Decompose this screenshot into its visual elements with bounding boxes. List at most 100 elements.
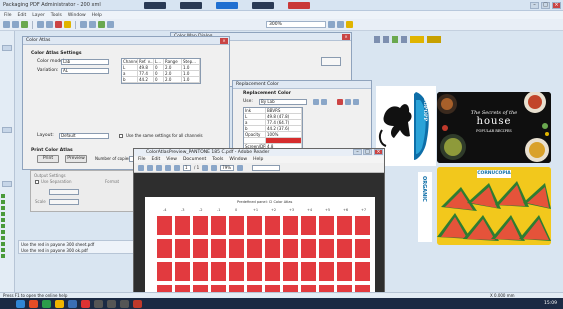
pdf-icon[interactable]: [81, 299, 90, 308]
grid-icon[interactable]: [337, 21, 344, 28]
ruler-icon[interactable]: [346, 21, 353, 28]
output-field-2[interactable]: [49, 199, 79, 205]
window-tab-1[interactable]: [143, 1, 166, 9]
print-button[interactable]: Print: [37, 155, 59, 163]
menu-item[interactable]: File: [4, 13, 12, 18]
tree-node-icon[interactable]: [1, 254, 5, 258]
view-icon[interactable]: [410, 35, 424, 43]
pdf-close-button[interactable]: ×: [374, 149, 383, 155]
app-icon[interactable]: [94, 299, 103, 308]
window-tab-5[interactable]: [287, 1, 310, 9]
zoom-in-icon[interactable]: [107, 21, 114, 28]
panel-tab-3[interactable]: [2, 181, 12, 187]
delete-icon[interactable]: [55, 21, 62, 28]
view-icon[interactable]: [427, 35, 441, 43]
tree-node-icon[interactable]: [1, 224, 5, 228]
tree-node-icon[interactable]: [1, 230, 5, 234]
tree-node-icon[interactable]: [1, 194, 5, 198]
new-icon[interactable]: [3, 21, 10, 28]
view-icon[interactable]: [392, 35, 398, 43]
zoom-out-icon[interactable]: [202, 164, 209, 171]
find-field[interactable]: [252, 164, 281, 171]
zoom-field[interactable]: 79%: [220, 164, 235, 171]
window-tab-3[interactable]: [215, 1, 238, 9]
next-page-icon[interactable]: [174, 164, 180, 171]
tree-node-icon[interactable]: [1, 218, 5, 222]
copy-icon[interactable]: [46, 21, 53, 28]
layers-icon[interactable]: [98, 21, 105, 28]
open-icon[interactable]: [138, 164, 144, 171]
tree-node-icon[interactable]: [1, 206, 5, 210]
app-icon[interactable]: [42, 299, 51, 308]
menu-item[interactable]: Layer: [32, 13, 45, 18]
menu-item[interactable]: Edit: [18, 13, 27, 18]
zoom-in-icon[interactable]: [211, 164, 218, 171]
zoom-field[interactable]: 300%: [266, 21, 326, 28]
color-model-select[interactable]: Lab: [61, 59, 109, 65]
tree-node-icon[interactable]: [1, 236, 5, 240]
table-row[interactable]: b 44.2 0 2.0 1.0: [122, 77, 200, 83]
folder-icon[interactable]: [55, 299, 64, 308]
app-icon[interactable]: [107, 299, 116, 308]
start-icon[interactable]: [16, 299, 25, 308]
ink-icon[interactable]: [337, 99, 343, 105]
close-button[interactable]: ×: [552, 1, 561, 9]
output-field-1[interactable]: [49, 189, 79, 195]
pdf-menu-item[interactable]: View: [166, 156, 177, 163]
close-icon[interactable]: ×: [220, 38, 228, 44]
menu-item[interactable]: Tools: [51, 13, 62, 18]
maximize-button[interactable]: □: [541, 1, 550, 9]
pdf-minimize-button[interactable]: –: [353, 149, 362, 155]
redo-icon[interactable]: [89, 21, 96, 28]
menu-item[interactable]: Window: [68, 13, 86, 18]
picker-icon[interactable]: [321, 99, 327, 105]
tree-node-icon[interactable]: [1, 212, 5, 216]
file-item-1[interactable]: Use the red in payone 300 sheet.pdf: [21, 242, 94, 247]
pdf-menu-item[interactable]: Tools: [212, 156, 223, 163]
panel-tab-1[interactable]: [2, 45, 12, 51]
window-tab-2[interactable]: [179, 1, 202, 9]
pdf-menu-item[interactable]: File: [138, 156, 146, 163]
panel-tab-2[interactable]: [2, 127, 12, 133]
app-icon[interactable]: [68, 299, 77, 308]
settings-icon[interactable]: [345, 99, 351, 105]
same-settings-checkbox[interactable]: [119, 134, 123, 138]
layout-select[interactable]: Default: [59, 133, 109, 139]
page-number-field[interactable]: 1: [183, 164, 191, 171]
save-icon[interactable]: [21, 21, 28, 28]
use-separation-checkbox[interactable]: [35, 180, 39, 184]
browser-icon[interactable]: [29, 299, 38, 308]
pdf-menu-item[interactable]: Edit: [152, 156, 161, 163]
preview-button[interactable]: Preview: [65, 155, 87, 163]
variation-select[interactable]: AL: [61, 68, 109, 74]
view-icon[interactable]: [374, 35, 380, 43]
undo-icon[interactable]: [80, 21, 87, 28]
minimize-button[interactable]: –: [530, 1, 539, 9]
mode-select[interactable]: By Lab: [259, 99, 307, 105]
pdf-menu-item[interactable]: Window: [229, 156, 247, 163]
pdf-menu-item[interactable]: Document: [183, 156, 206, 163]
app-icon[interactable]: [133, 299, 142, 308]
pdf-menu-item[interactable]: Help: [253, 156, 263, 163]
open-icon[interactable]: [12, 21, 19, 28]
window-tab-4[interactable]: [251, 1, 274, 9]
tree-node-icon[interactable]: [1, 200, 5, 204]
print-icon[interactable]: [147, 164, 153, 171]
view-icon[interactable]: [401, 35, 407, 43]
fit-icon[interactable]: [237, 164, 244, 171]
tree-node-icon[interactable]: [1, 248, 5, 252]
file-item-2[interactable]: Use the red in payone 300 ok.pdf: [21, 248, 88, 253]
tree-node-icon[interactable]: [1, 242, 5, 246]
pdf-maximize-button[interactable]: □: [363, 149, 372, 155]
view-icon[interactable]: [383, 35, 389, 43]
prev-page-icon[interactable]: [165, 164, 171, 171]
cut-icon[interactable]: [37, 21, 44, 28]
email-icon[interactable]: [156, 164, 162, 171]
close-icon[interactable]: ×: [342, 34, 350, 40]
menu-item[interactable]: Help: [92, 13, 102, 18]
app-icon[interactable]: [120, 299, 129, 308]
fit-page-icon[interactable]: [328, 21, 335, 28]
highlight-icon[interactable]: [64, 21, 71, 28]
info-icon[interactable]: [353, 99, 359, 105]
eyedropper-icon[interactable]: [313, 99, 319, 105]
